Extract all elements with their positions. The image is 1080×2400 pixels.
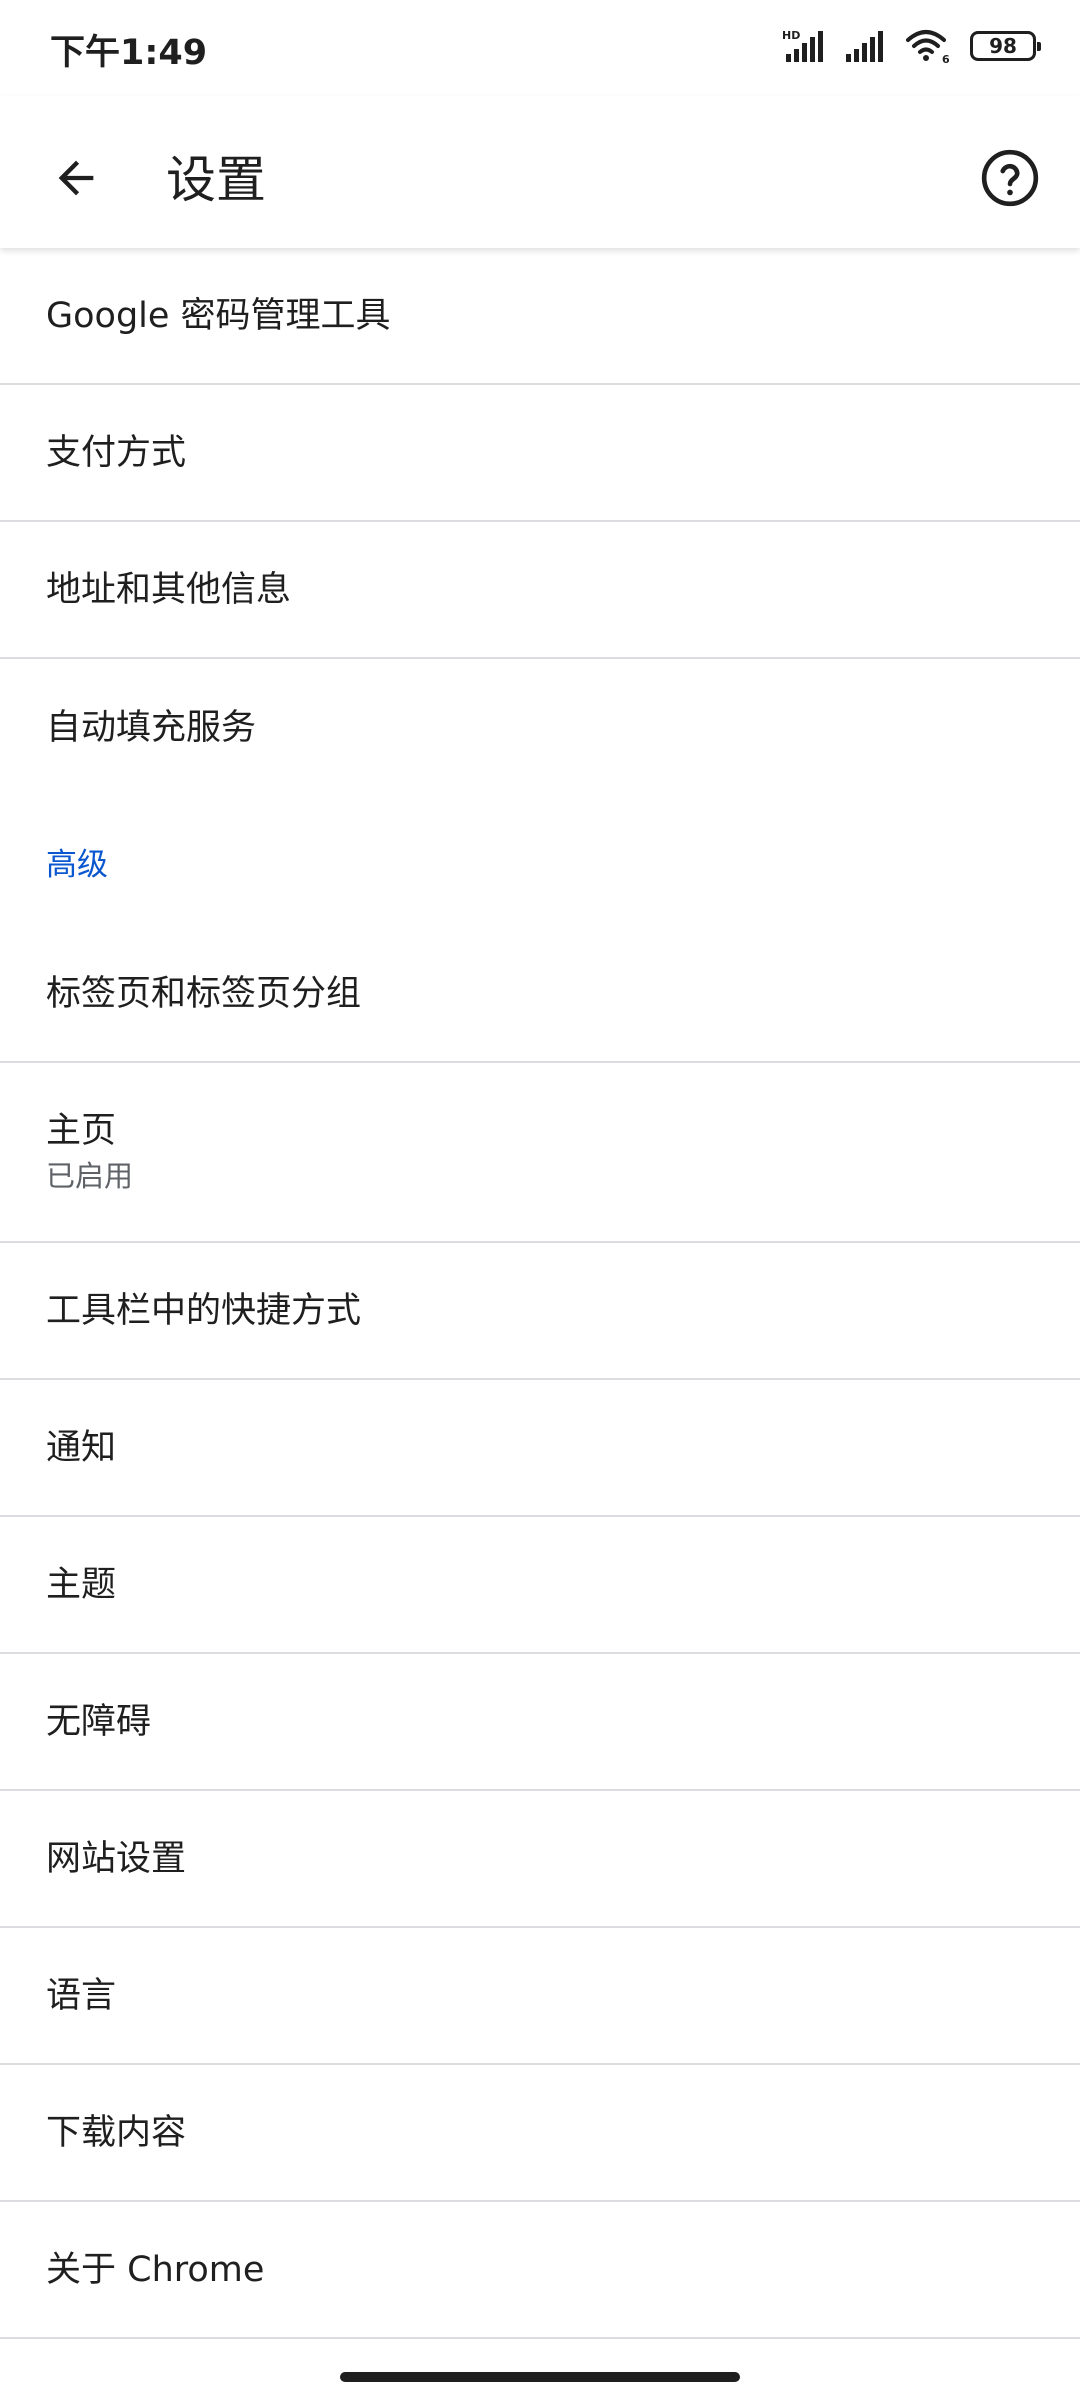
setting-password-manager[interactable]: Google 密码管理工具 [0, 248, 1080, 385]
status-icons: HD 6 98 [782, 28, 1041, 64]
help-circle-icon [981, 149, 1039, 207]
settings-list: Google 密码管理工具 支付方式 地址和其他信息 自动填充服务 高级 标签页… [0, 248, 1080, 2339]
setting-title: 主题 [46, 1564, 117, 1605]
status-time: 下午1:49 [50, 33, 208, 73]
setting-title: 工具栏中的快捷方式 [46, 1290, 362, 1331]
setting-title: 支付方式 [46, 432, 187, 473]
wifi-label: 6 [942, 53, 950, 64]
status-bar: 下午1:49 HD 6 98 [0, 0, 1080, 96]
setting-title: Google 密码管理工具 [46, 295, 391, 336]
setting-site-settings[interactable]: 网站设置 [0, 1791, 1080, 1928]
hd-signal-icon: HD [782, 28, 826, 64]
setting-languages[interactable]: 语言 [0, 1928, 1080, 2065]
setting-theme[interactable]: 主题 [0, 1517, 1080, 1654]
back-button[interactable] [36, 138, 116, 218]
setting-downloads[interactable]: 下载内容 [0, 2065, 1080, 2202]
setting-payment-methods[interactable]: 支付方式 [0, 385, 1080, 522]
battery-level: 98 [989, 34, 1017, 58]
gesture-navigation-bar[interactable] [340, 2372, 740, 2382]
setting-addresses[interactable]: 地址和其他信息 [0, 522, 1080, 659]
setting-title: 地址和其他信息 [46, 569, 292, 610]
setting-title: 自动填充服务 [46, 707, 257, 748]
setting-title: 标签页和标签页分组 [46, 973, 362, 1014]
cell-signal-icon [844, 28, 886, 64]
setting-title: 关于 Chrome [46, 2249, 265, 2290]
setting-tabs-and-groups[interactable]: 标签页和标签页分组 [0, 926, 1080, 1063]
setting-title: 无障碍 [46, 1701, 152, 1742]
wifi-icon: 6 [904, 28, 952, 64]
setting-autofill-service[interactable]: 自动填充服务 [0, 659, 1080, 796]
setting-toolbar-shortcut[interactable]: 工具栏中的快捷方式 [0, 1243, 1080, 1380]
help-button[interactable] [970, 138, 1050, 218]
setting-title: 主页 [46, 1111, 117, 1151]
setting-title: 下载内容 [46, 2112, 187, 2153]
setting-title: 网站设置 [46, 1838, 187, 1879]
hd-label: HD [782, 29, 800, 42]
setting-homepage[interactable]: 主页 已启用 [0, 1063, 1080, 1243]
setting-notifications[interactable]: 通知 [0, 1380, 1080, 1517]
arrow-back-icon [58, 160, 94, 196]
app-bar: 设置 [0, 96, 1080, 248]
setting-about-chrome[interactable]: 关于 Chrome [0, 2202, 1080, 2339]
page-title: 设置 [166, 151, 266, 209]
setting-title: 语言 [46, 1975, 117, 2016]
battery-icon: 98 [970, 31, 1041, 61]
setting-title: 通知 [46, 1427, 117, 1468]
setting-accessibility[interactable]: 无障碍 [0, 1654, 1080, 1791]
section-header-label: 高级 [46, 846, 108, 883]
section-header-advanced: 高级 [0, 796, 1080, 926]
setting-summary: 已启用 [46, 1159, 134, 1193]
